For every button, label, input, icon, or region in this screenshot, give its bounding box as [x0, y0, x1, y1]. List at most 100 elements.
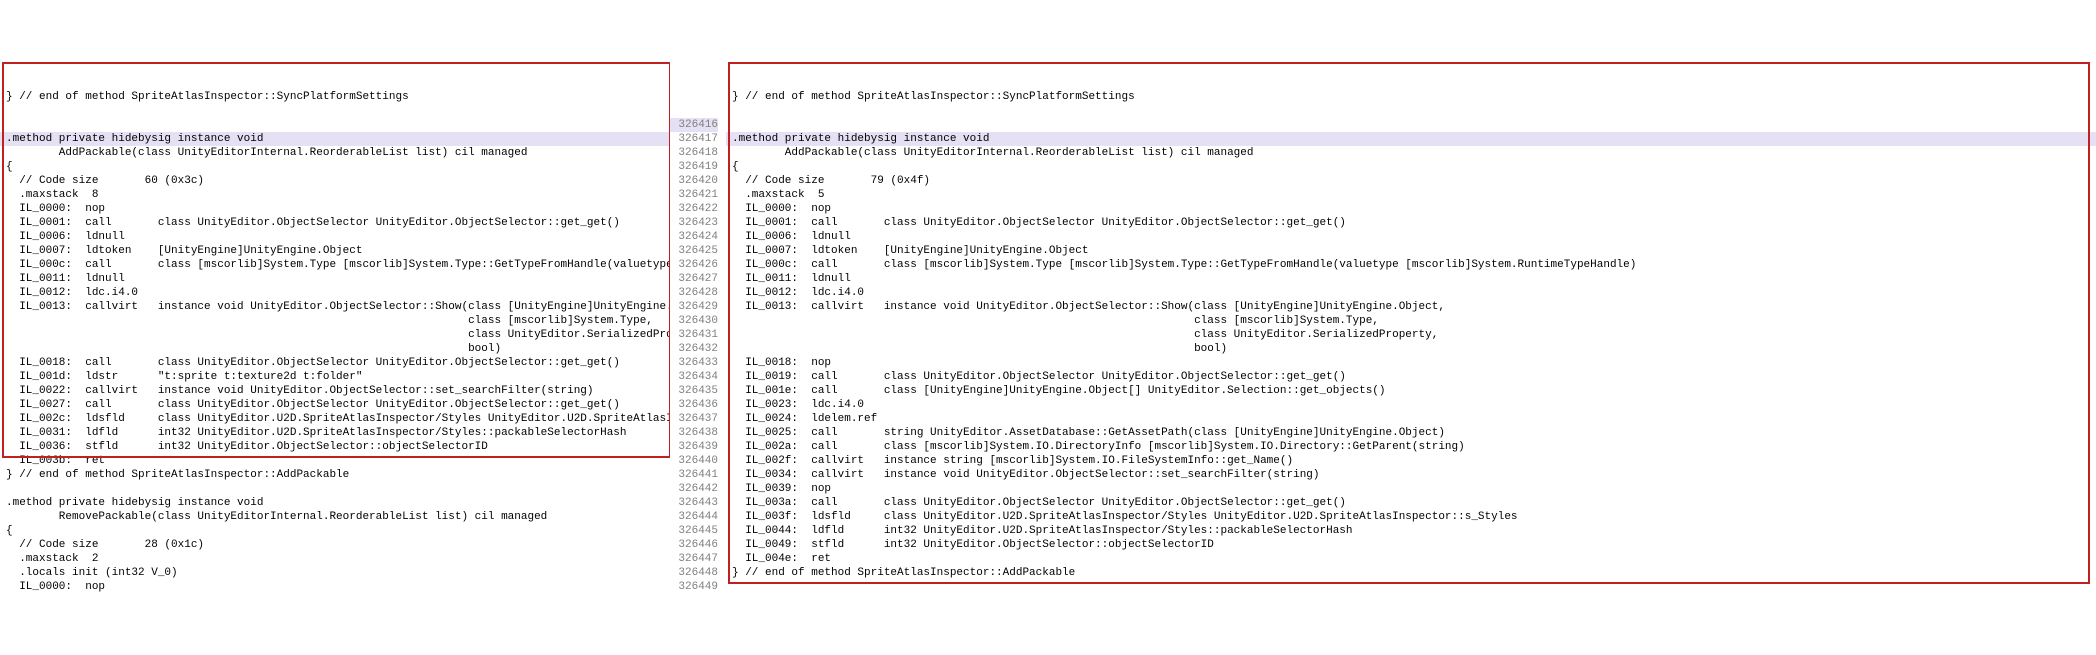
line-number: 326418 — [670, 146, 718, 160]
line-number: 326425 — [670, 244, 718, 258]
code-line: IL_0006: ldnull — [0, 230, 670, 244]
left-pane[interactable]: } // end of method SpriteAtlasInspector:… — [0, 48, 670, 595]
code-line: IL_0018: call class UnityEditor.ObjectSe… — [0, 356, 670, 370]
code-line: IL_0013: callvirt instance void UnityEdi… — [726, 300, 2096, 314]
line-number: 326437 — [670, 412, 718, 426]
code-line: AddPackable(class UnityEditorInternal.Re… — [0, 146, 670, 160]
line-number: 326429 — [670, 300, 718, 314]
code-line: IL_0027: call class UnityEditor.ObjectSe… — [0, 398, 670, 412]
code-line: IL_002a: call class [mscorlib]System.IO.… — [726, 440, 2096, 454]
diff-container: } // end of method SpriteAtlasInspector:… — [0, 48, 2096, 595]
code-line: // Code size 60 (0x3c) — [0, 174, 670, 188]
code-line: IL_0007: ldtoken [UnityEngine]UnityEngin… — [0, 244, 670, 258]
line-number: 326420 — [670, 174, 718, 188]
line-number: 326430 — [670, 314, 718, 328]
code-line: IL_0044: ldfld int32 UnityEditor.U2D.Spr… — [726, 524, 2096, 538]
code-line: .method private hidebysig instance void — [0, 132, 670, 146]
line-number: 326449 — [670, 580, 718, 594]
line-number: 326432 — [670, 342, 718, 356]
code-line: bool) — [726, 342, 2096, 356]
code-line: } // end of method SpriteAtlasInspector:… — [726, 90, 2096, 104]
code-line: IL_0019: call class UnityEditor.ObjectSe… — [726, 370, 2096, 384]
line-number: 326442 — [670, 482, 718, 496]
line-number: 326443 — [670, 496, 718, 510]
code-line: IL_0025: call string UnityEditor.AssetDa… — [726, 426, 2096, 440]
line-number-gutter: 3264163264173264183264193264203264213264… — [670, 48, 726, 595]
line-number: 326435 — [670, 384, 718, 398]
code-line: IL_0024: ldelem.ref — [726, 412, 2096, 426]
line-number: 326419 — [670, 160, 718, 174]
code-line: IL_002c: ldsfld class UnityEditor.U2D.Sp… — [0, 412, 670, 426]
code-line: IL_0036: stfld int32 UnityEditor.ObjectS… — [0, 440, 670, 454]
line-number: 326438 — [670, 426, 718, 440]
code-line — [726, 580, 2096, 594]
code-line: IL_003a: call class UnityEditor.ObjectSe… — [726, 496, 2096, 510]
line-number: 326422 — [670, 202, 718, 216]
code-line: class UnityEditor.SerializedProperty — [0, 328, 670, 342]
code-line: RemovePackable(class UnityEditorInternal… — [0, 510, 670, 524]
code-line: IL_004e: ret — [726, 552, 2096, 566]
code-line: IL_0023: ldc.i4.0 — [726, 398, 2096, 412]
code-line: } // end of method SpriteAtlasInspector:… — [0, 468, 670, 482]
line-number: 326421 — [670, 188, 718, 202]
line-number: 326440 — [670, 454, 718, 468]
code-line: } // end of method SpriteAtlasInspector:… — [726, 566, 2096, 580]
code-line: IL_0034: callvirt instance void UnityEdi… — [726, 468, 2096, 482]
line-number: 326439 — [670, 440, 718, 454]
code-line: { — [0, 524, 670, 538]
line-number: 326426 — [670, 258, 718, 272]
code-line: // Code size 79 (0x4f) — [726, 174, 2096, 188]
line-number: 326433 — [670, 356, 718, 370]
code-line: IL_0012: ldc.i4.0 — [0, 286, 670, 300]
code-line: { — [726, 160, 2096, 174]
line-number: 326434 — [670, 370, 718, 384]
code-line: // Code size 28 (0x1c) — [0, 538, 670, 552]
code-line: class [mscorlib]System.Type, — [726, 314, 2096, 328]
code-line: IL_0001: call class UnityEditor.ObjectSe… — [0, 216, 670, 230]
line-number: 326446 — [670, 538, 718, 552]
line-number: 326447 — [670, 552, 718, 566]
code-line: IL_0012: ldc.i4.0 — [726, 286, 2096, 300]
line-number: 326428 — [670, 286, 718, 300]
code-line: IL_0006: ldnull — [726, 230, 2096, 244]
code-line: .locals init (int32 V_0) — [0, 566, 670, 580]
code-line: IL_0018: nop — [726, 356, 2096, 370]
code-line: .method private hidebysig instance void — [0, 496, 670, 510]
code-line: class [mscorlib]System.Type, — [0, 314, 670, 328]
code-line: IL_0022: callvirt instance void UnityEdi… — [0, 384, 670, 398]
code-line: IL_001d: ldstr "t:sprite t:texture2d t:f… — [0, 370, 670, 384]
line-number: 326441 — [670, 468, 718, 482]
code-line: .maxstack 5 — [726, 188, 2096, 202]
code-line: IL_000c: call class [mscorlib]System.Typ… — [0, 258, 670, 272]
code-line: .maxstack 8 — [0, 188, 670, 202]
code-line: } // end of method SpriteAtlasInspector:… — [0, 90, 670, 104]
right-pane[interactable]: } // end of method SpriteAtlasInspector:… — [726, 48, 2096, 595]
code-line: .method private hidebysig instance void — [726, 132, 2096, 146]
code-line: AddPackable(class UnityEditorInternal.Re… — [726, 146, 2096, 160]
code-line: { — [0, 160, 670, 174]
code-line: bool) — [0, 342, 670, 356]
code-line: IL_0007: ldtoken [UnityEngine]UnityEngin… — [726, 244, 2096, 258]
code-line: IL_0039: nop — [726, 482, 2096, 496]
code-line: IL_000c: call class [mscorlib]System.Typ… — [726, 258, 2096, 272]
line-number: 326424 — [670, 230, 718, 244]
line-number: 326431 — [670, 328, 718, 342]
code-line: IL_0000: nop — [0, 202, 670, 216]
code-line: IL_003f: ldsfld class UnityEditor.U2D.Sp… — [726, 510, 2096, 524]
code-line — [0, 482, 670, 496]
code-line: IL_0000: nop — [0, 580, 670, 594]
code-line: IL_0049: stfld int32 UnityEditor.ObjectS… — [726, 538, 2096, 552]
code-line: IL_0001: call class UnityEditor.ObjectSe… — [726, 216, 2096, 230]
line-number: 326444 — [670, 510, 718, 524]
code-line: IL_003b: ret — [0, 454, 670, 468]
code-line: IL_0011: ldnull — [726, 272, 2096, 286]
code-line: IL_002f: callvirt instance string [mscor… — [726, 454, 2096, 468]
line-number: 326445 — [670, 524, 718, 538]
code-line: IL_0000: nop — [726, 202, 2096, 216]
line-number: 326427 — [670, 272, 718, 286]
code-line: IL_0011: ldnull — [0, 272, 670, 286]
code-line: .maxstack 2 — [0, 552, 670, 566]
code-line: class UnityEditor.SerializedProperty, — [726, 328, 2096, 342]
line-number — [670, 76, 718, 90]
code-line: IL_001e: call class [UnityEngine]UnityEn… — [726, 384, 2096, 398]
